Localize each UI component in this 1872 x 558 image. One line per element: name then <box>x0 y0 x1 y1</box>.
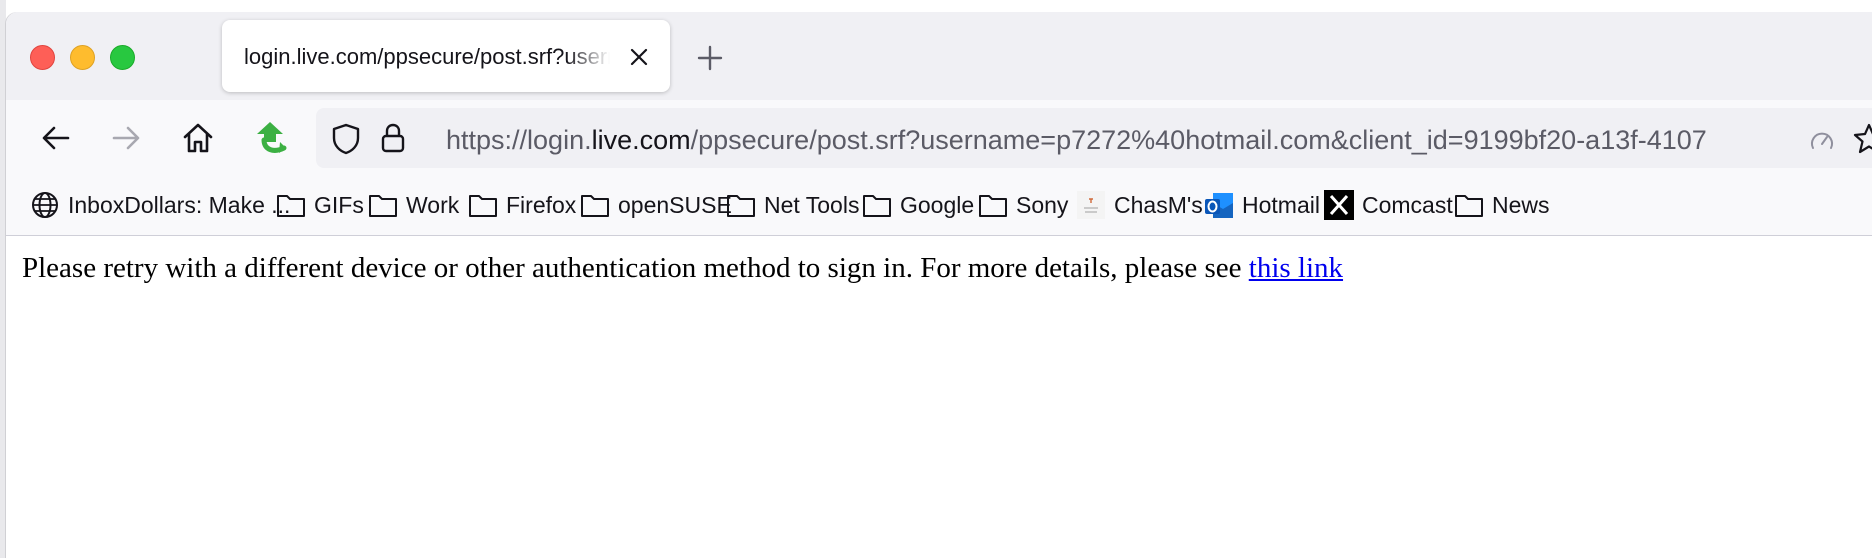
bookmark-label: News <box>1492 191 1550 218</box>
bookmark-star-icon[interactable] <box>1852 122 1872 156</box>
bookmark-chasms[interactable]: ChasM's <box>1074 186 1203 224</box>
bookmark-label: openSUSE <box>618 191 732 218</box>
url-path: /ppsecure/post.srf?username=p7272%40hotm… <box>690 125 1707 155</box>
folder-icon <box>1452 189 1486 221</box>
globe-icon <box>28 189 62 221</box>
bookmark-folder-firefox[interactable]: Firefox <box>466 186 576 224</box>
new-tab-icon[interactable] <box>694 42 726 74</box>
more-details-link[interactable]: this link <box>1249 252 1343 284</box>
minimize-window-button[interactable] <box>70 45 95 70</box>
tab-active[interactable]: login.live.com/ppsecure/post.srf?usernam… <box>222 20 670 92</box>
lock-icon[interactable] <box>378 121 408 155</box>
bookmark-label: Hotmail <box>1242 191 1320 218</box>
bookmark-folder-news[interactable]: News <box>1452 186 1550 224</box>
bookmark-hotmail[interactable]: Hotmail <box>1202 186 1320 224</box>
folder-icon <box>976 189 1010 221</box>
bookmark-inboxdollars[interactable]: InboxDollars: Make ... <box>28 186 290 224</box>
bookmark-label: Google <box>900 191 975 218</box>
tab-strip: login.live.com/ppsecure/post.srf?usernam… <box>6 12 1872 100</box>
bookmarks-toolbar: InboxDollars: Make ... GIFs Work Firefox… <box>6 176 1872 236</box>
bookmark-label: Sony <box>1016 191 1069 218</box>
shield-icon[interactable] <box>330 122 362 156</box>
bookmark-label: GIFs <box>314 191 364 218</box>
bookmark-label: Net Tools <box>764 191 860 218</box>
url-bar[interactable]: https://login.live.com/ppsecure/post.srf… <box>316 108 1872 168</box>
forward-arrow-icon[interactable] <box>106 118 146 158</box>
outlook-icon <box>1202 189 1236 221</box>
bookmark-comcast[interactable]: Comcast <box>1322 186 1453 224</box>
chasms-favicon <box>1074 189 1108 221</box>
navigation-toolbar: https://login.live.com/ppsecure/post.srf… <box>6 100 1872 176</box>
tab-title: login.live.com/ppsecure/post.srf?usernam… <box>244 44 610 69</box>
error-message: Please retry with a different device or … <box>22 252 1343 285</box>
page-content: Please retry with a different device or … <box>6 236 1872 558</box>
bookmark-label: Work <box>406 191 460 218</box>
url-domain: live.com <box>591 125 691 155</box>
back-arrow-icon[interactable] <box>36 118 76 158</box>
bookmark-label: ChasM's <box>1114 191 1203 218</box>
close-window-button[interactable] <box>30 45 55 70</box>
browser-window: login.live.com/ppsecure/post.srf?usernam… <box>6 12 1872 558</box>
url-text[interactable]: https://login.live.com/ppsecure/post.srf… <box>446 125 1786 156</box>
home-icon[interactable] <box>178 118 218 158</box>
folder-icon <box>466 189 500 221</box>
error-message-text: Please retry with a different device or … <box>22 252 1249 284</box>
bookmark-folder-opensuse[interactable]: openSUSE <box>578 186 732 224</box>
bookmark-folder-gifs[interactable]: GIFs <box>274 186 364 224</box>
bookmark-folder-net-tools[interactable]: Net Tools <box>724 186 859 224</box>
close-tab-icon[interactable] <box>624 42 654 72</box>
folder-icon <box>274 189 308 221</box>
bookmark-label: Comcast <box>1362 191 1453 218</box>
folder-icon <box>578 189 612 221</box>
folder-icon <box>724 189 758 221</box>
url-prefix: https://login. <box>446 125 592 155</box>
bookmark-label: InboxDollars: Make ... <box>68 191 291 218</box>
x-logo-icon <box>1322 189 1356 221</box>
bookmark-label: Firefox <box>506 191 577 218</box>
speed-gauge-icon[interactable] <box>1809 128 1835 154</box>
zoom-window-button[interactable] <box>110 45 135 70</box>
folder-icon <box>366 189 400 221</box>
bookmark-folder-sony[interactable]: Sony <box>976 186 1068 224</box>
green-extension-arrow-icon[interactable] <box>252 118 292 158</box>
bookmark-folder-google[interactable]: Google <box>860 186 974 224</box>
folder-icon <box>860 189 894 221</box>
bookmark-folder-work[interactable]: Work <box>366 186 459 224</box>
